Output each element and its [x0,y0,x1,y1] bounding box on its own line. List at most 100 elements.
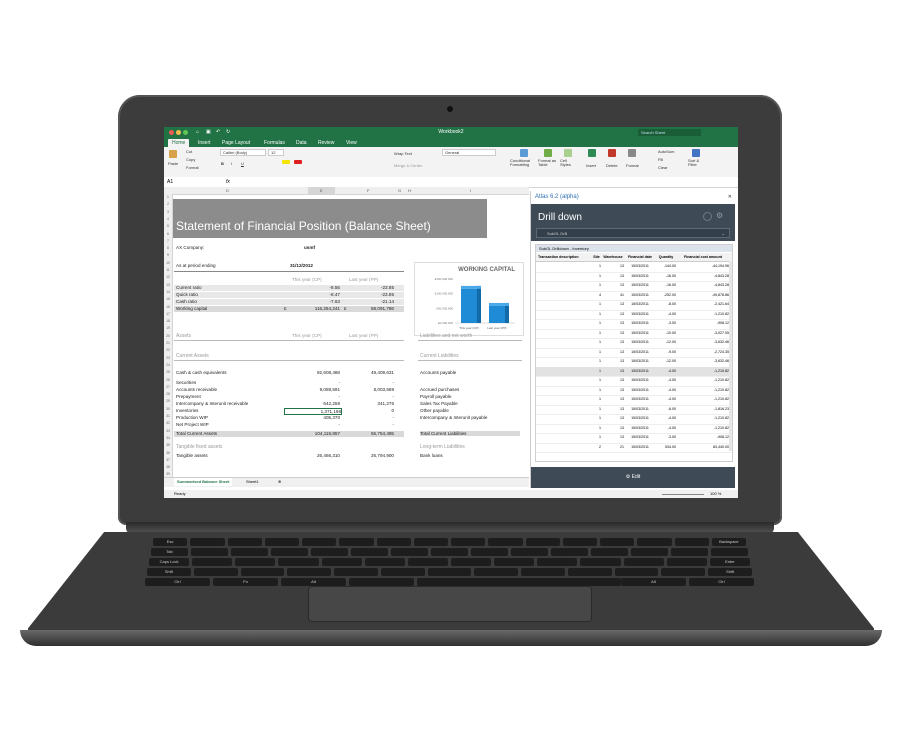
asset-cp[interactable]: 92,608,488 [284,370,340,375]
keyboard-key[interactable]: Alt [621,578,686,586]
column-header[interactable]: Warehouse [602,253,624,261]
keyboard-key[interactable] [537,558,578,566]
keyboard-key[interactable]: Enter [709,558,750,566]
keyboard-key[interactable] [431,548,468,556]
keyboard-key[interactable] [623,558,664,566]
row-number[interactable]: 9 [164,253,172,257]
keyboard-key[interactable] [264,538,299,546]
keyboard-key[interactable] [562,538,597,546]
row-number[interactable]: 11 [164,268,172,272]
sort-filter-icon[interactable] [692,149,700,157]
row-number[interactable]: 39 [164,472,172,476]
keyboard-key[interactable] [471,548,508,556]
fx-icon[interactable]: fx [226,177,230,187]
italic-button[interactable]: I [231,161,232,166]
keyboard-key[interactable] [580,558,621,566]
keyboard-key[interactable] [600,538,635,546]
tab-view[interactable]: View [346,139,357,147]
keyboard-key[interactable] [339,538,374,546]
keyboard-key[interactable] [235,558,276,566]
table-row[interactable]: 2 21 15/03/2011 534.00 83,440.00 [536,443,732,453]
column-header[interactable]: Quantity [656,253,676,261]
tab-page-layout[interactable]: Page Layout [222,139,250,147]
keyboard-key[interactable]: Backspace [711,538,746,546]
asset-cp[interactable]: - [284,394,340,399]
row-number[interactable]: 8 [164,246,172,250]
add-sheet-icon[interactable]: ⊕ [278,478,281,486]
row-number[interactable]: 18 [164,319,172,323]
keyboard-key[interactable] [591,548,628,556]
row-number[interactable]: 3 [164,210,172,214]
format-cells-button[interactable]: Format [626,163,639,168]
column-header[interactable]: G [398,187,401,194]
keyboard-key[interactable] [631,548,668,556]
keyboard-key[interactable] [521,568,565,576]
keyboard-key[interactable] [227,538,262,546]
underline-button[interactable]: U [241,161,244,166]
drill-selector[interactable]: SubGL Drill ⌄ [536,228,730,238]
tab-home[interactable]: Home [168,139,190,147]
asset-cp[interactable]: 1,371,168 [284,408,342,415]
keyboard-key[interactable] [351,548,388,556]
asset-cp[interactable]: - [284,380,340,385]
wrap-text-button[interactable]: Wrap Text [394,151,412,156]
formula-input[interactable] [236,177,526,186]
row-number[interactable]: 38 [164,465,172,469]
delete-cells-icon[interactable] [608,149,616,157]
clear-button[interactable]: Clear [658,165,668,170]
keyboard-key[interactable] [551,548,588,556]
refresh-icon[interactable] [703,212,712,221]
keyboard-key[interactable] [666,558,707,566]
font-select[interactable]: Calibri (Body) [220,149,266,156]
cell-styles-button[interactable]: Cell Styles [560,159,578,167]
row-number[interactable]: 22 [164,348,172,352]
row-number[interactable]: 36 [164,451,172,455]
conditional-formatting-button[interactable]: Conditional Formatting [510,159,538,167]
cut-button[interactable]: Cut [186,149,192,154]
row-number[interactable]: 7 [164,239,172,243]
format-as-table-button[interactable]: Format as Table [538,159,560,167]
number-format-select[interactable]: General [442,149,496,156]
column-header[interactable]: Transaction description [538,253,590,261]
column-header[interactable]: Financial date [625,253,655,261]
search-sheet-input[interactable]: Search Sheet [638,129,701,136]
row-number[interactable]: 30 [164,407,172,411]
row-number[interactable]: 6 [164,232,172,236]
fill-button[interactable]: Fill [658,157,663,162]
asset-pp[interactable]: 55,754,495 [344,431,394,436]
row-number[interactable]: 5 [164,224,172,228]
asset-pp[interactable]: - [344,380,394,385]
keyboard-key[interactable]: Alt [281,578,346,586]
sort-filter-button[interactable]: Sort & Filter [688,159,706,167]
column-header[interactable]: I [470,187,471,194]
keyboard-key[interactable] [511,548,548,556]
asset-cp[interactable]: - [284,422,340,427]
asset-pp[interactable]: - [344,394,394,399]
row-number[interactable]: 35 [164,443,172,447]
keyboard-key[interactable] [190,538,225,546]
copy-button[interactable]: Copy [186,157,195,162]
row-number[interactable]: 23 [164,356,172,360]
fill-color-icon[interactable] [282,160,290,164]
tab-data[interactable]: Data [296,139,307,147]
keyboard-key[interactable] [474,568,519,576]
row-number[interactable]: 25 [164,370,172,374]
keyboard-key[interactable] [661,568,706,576]
keyboard-key[interactable] [193,568,238,576]
paste-icon[interactable] [169,150,177,158]
asset-cp[interactable]: 405,370 [284,415,340,420]
touchpad[interactable] [308,586,592,622]
keyboard-key[interactable]: Fn [213,578,278,586]
keyboard-key[interactable]: Ctrl [689,578,754,586]
row-number[interactable]: 33 [164,429,172,433]
row-number[interactable]: 31 [164,414,172,418]
keyboard-key[interactable] [349,578,414,586]
autosum-button[interactable]: AutoSum [658,149,674,154]
keyboard-key[interactable]: Caps Lock [149,558,190,566]
asset-cp[interactable]: 642,259 [284,401,340,406]
keyboard-key[interactable] [413,538,448,546]
keyboard-key[interactable]: Shift [147,568,191,576]
row-number[interactable]: 15 [164,297,172,301]
keyboard-key[interactable] [334,568,378,576]
column-header[interactable]: Financial cost amount [677,253,729,261]
